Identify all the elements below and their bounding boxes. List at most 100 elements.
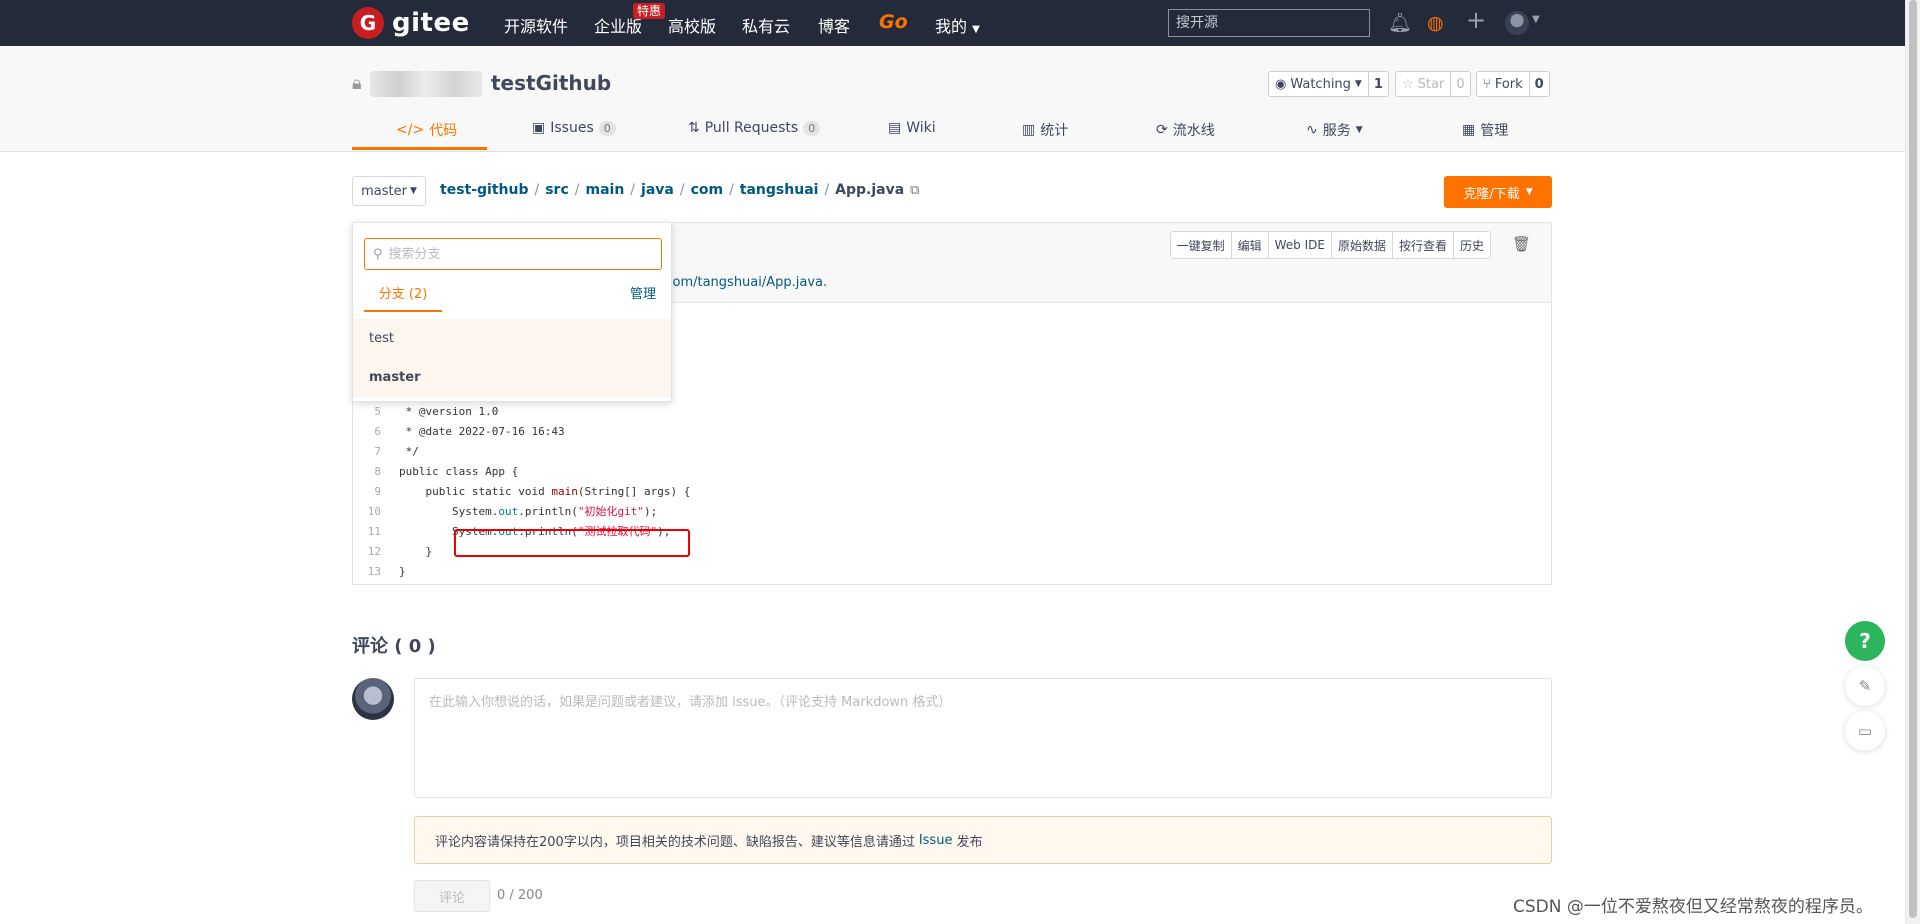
line-text: public class App { xyxy=(399,464,519,478)
scrollbar-thumb[interactable] xyxy=(1909,0,1917,918)
line-number: 10 xyxy=(367,504,381,518)
tab-stats[interactable]: ▥ 统计 xyxy=(1022,120,1068,140)
branch-search-input[interactable] xyxy=(388,246,639,262)
breadcrumb-separator: / xyxy=(824,182,830,198)
trash-icon[interactable]: 🗑︎ xyxy=(1512,235,1531,253)
pulse-icon: ∿ xyxy=(1306,122,1318,138)
repo-name[interactable]: testGithub xyxy=(491,71,611,95)
branch-search[interactable]: ⚲ xyxy=(364,238,662,270)
nav-item-education[interactable]: 高校版 xyxy=(668,13,716,37)
watch-button[interactable]: ◉ Watching ▼ 1 xyxy=(1268,71,1389,97)
nav-item-go[interactable]: Go xyxy=(879,11,908,33)
tab-pull-requests-count: 0 xyxy=(803,120,821,136)
avatar xyxy=(352,678,394,720)
line-number: 7 xyxy=(374,444,381,458)
history-button[interactable]: 历史 xyxy=(1454,232,1490,258)
code-token-string: "初始化git" xyxy=(577,505,644,518)
bell-icon[interactable]: 🔔︎ xyxy=(1388,11,1412,35)
nav-item-private-cloud[interactable]: 私有云 xyxy=(742,13,790,37)
nav-item-open-source[interactable]: 开源软件 xyxy=(504,13,568,37)
breadcrumb-separator: / xyxy=(534,182,540,198)
star-count[interactable]: 0 xyxy=(1450,72,1469,96)
breadcrumb-main[interactable]: main xyxy=(585,182,624,198)
raw-button[interactable]: 原始数据 xyxy=(1332,232,1393,258)
comments-title: 评论 ( 0 ) xyxy=(352,636,436,657)
tab-code-label: 代码 xyxy=(429,123,458,139)
line-number: 8 xyxy=(374,464,381,478)
breadcrumb-com[interactable]: com xyxy=(691,182,724,198)
edit-button[interactable]: 编辑 xyxy=(1232,232,1269,258)
tab-issues[interactable]: ▣ Issues 0 xyxy=(532,120,616,136)
line-text: * @date 2022-07-16 16:43 xyxy=(399,424,565,438)
active-tab-indicator xyxy=(352,147,487,150)
tab-services-label: 服务 xyxy=(1322,123,1351,139)
search-input[interactable] xyxy=(1168,9,1370,37)
watermark: CSDN @一位不爱熬夜但又经常熬夜的程序员。 xyxy=(1513,897,1873,917)
breadcrumb-src[interactable]: src xyxy=(545,182,569,198)
help-button[interactable]: ? xyxy=(1845,621,1885,661)
tab-pipeline[interactable]: ⟳ 流水线 xyxy=(1156,120,1215,140)
line-number: 9 xyxy=(374,484,381,498)
line-number: 5 xyxy=(374,404,381,418)
branch-select-button[interactable]: master ▼ xyxy=(352,176,426,206)
clone-download-button[interactable]: 克隆/下载 ▼ xyxy=(1444,176,1552,208)
notice-text-end: 发布 xyxy=(956,834,983,850)
copy-all-button[interactable]: 一键复制 xyxy=(1171,232,1232,258)
branch-list: test master xyxy=(353,319,671,397)
fork-button[interactable]: ⑂ Fork 0 xyxy=(1476,71,1550,97)
eye-icon: ◉ xyxy=(1275,76,1287,92)
plus-icon[interactable]: + xyxy=(1466,8,1486,32)
breadcrumb-repo[interactable]: test-github xyxy=(440,182,529,198)
nav-mine-label: 我的 xyxy=(935,17,968,36)
gitee-logo[interactable]: G gitee xyxy=(352,7,470,39)
code-token: .println( xyxy=(518,505,578,518)
line-number: 11 xyxy=(367,524,381,538)
hot-badge: 特惠 xyxy=(633,3,666,19)
copy-icon[interactable]: ⧉ xyxy=(910,183,919,198)
user-avatar[interactable] xyxy=(1505,11,1529,35)
feedback-edit-icon[interactable]: ✎ xyxy=(1845,666,1885,706)
line-text: System.out.println("初始化git"); xyxy=(389,503,657,519)
comment-input[interactable] xyxy=(414,678,1552,798)
breadcrumb-java[interactable]: java xyxy=(641,182,674,198)
lightbulb-icon[interactable]: ◍ xyxy=(1427,11,1444,35)
chevron-down-icon: ▼ xyxy=(409,186,417,196)
char-count: 0 / 200 xyxy=(497,888,543,903)
blame-button[interactable]: 按行查看 xyxy=(1393,232,1454,258)
bar-chart-icon: ▥ xyxy=(1022,122,1036,138)
fork-label: Fork xyxy=(1494,76,1523,92)
branch-dropdown: ⚲ 分支 (2) 管理 test master xyxy=(352,222,672,402)
line-number: 6 xyxy=(374,424,381,438)
chevron-down-icon[interactable]: ▼ xyxy=(1532,14,1540,25)
code-line: 6 * @date 2022-07-16 16:43 xyxy=(353,421,1551,441)
tab-services[interactable]: ∿ 服务 ▼ xyxy=(1306,120,1363,140)
issue-link[interactable]: Issue xyxy=(919,833,953,848)
breadcrumb-tangshuai[interactable]: tangshuai xyxy=(740,182,819,198)
nav-item-mine[interactable]: 我的 ▼ xyxy=(935,13,980,37)
web-ide-button[interactable]: Web IDE xyxy=(1269,232,1332,258)
tab-code[interactable]: </> 代码 xyxy=(396,120,457,140)
fork-count[interactable]: 0 xyxy=(1528,72,1549,96)
tab-wiki-label: Wiki xyxy=(906,120,936,136)
wiki-icon: ▤ xyxy=(888,120,902,136)
branch-item-master[interactable]: master xyxy=(353,358,671,397)
branch-tab[interactable]: 分支 (2) xyxy=(364,283,442,312)
pull-request-icon: ⇅ xyxy=(688,120,700,136)
manage-branches-link[interactable]: 管理 xyxy=(630,283,656,302)
breadcrumb-separator: / xyxy=(729,182,734,198)
commit-message[interactable]: a/com/tangshuai/App.java. xyxy=(653,275,827,290)
tab-wiki[interactable]: ▤ Wiki xyxy=(888,120,936,136)
chat-icon[interactable]: ▭ xyxy=(1845,711,1885,751)
breadcrumb: test-github / src / main / java / com / tangs… xyxy=(440,182,919,198)
line-text: * @version 1.0 xyxy=(399,404,499,418)
line-text: public static void main(String[] args) { xyxy=(389,485,690,498)
nav-item-blog[interactable]: 博客 xyxy=(818,13,850,37)
branch-item-test[interactable]: test xyxy=(353,319,671,358)
page-scrollbar[interactable] xyxy=(1905,0,1920,924)
tab-manage[interactable]: ▦ 管理 xyxy=(1462,120,1508,140)
submit-comment-button[interactable]: 评论 xyxy=(414,880,490,912)
watch-count[interactable]: 1 xyxy=(1367,72,1388,96)
branch-label: master xyxy=(361,183,407,199)
tab-pull-requests[interactable]: ⇅ Pull Requests 0 xyxy=(688,120,821,136)
star-button[interactable]: ☆ Star 0 xyxy=(1395,71,1471,97)
